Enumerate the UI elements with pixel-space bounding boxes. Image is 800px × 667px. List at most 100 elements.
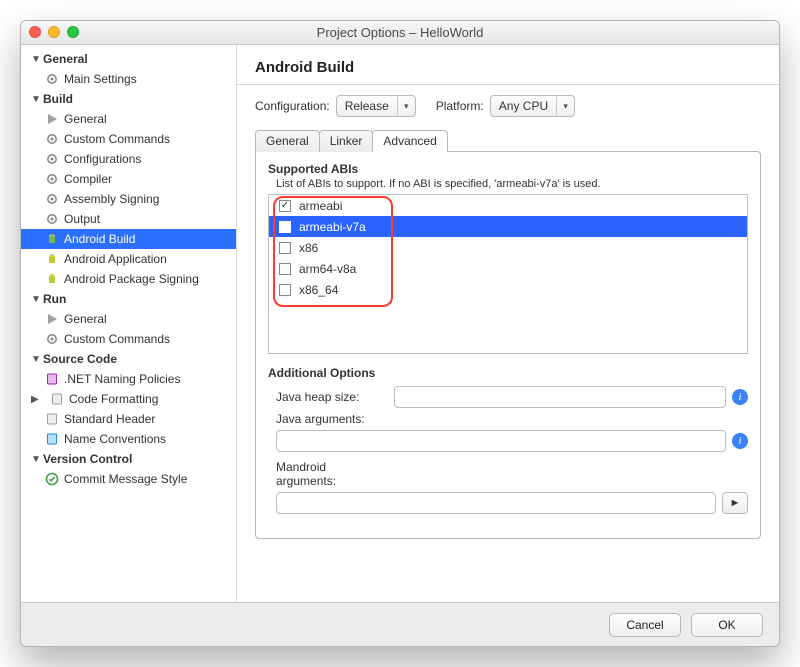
sidebar-item-label: Code Formatting — [69, 392, 158, 406]
mandroid-args-label: Mandroid arguments: — [268, 460, 388, 488]
gear-icon — [45, 212, 59, 226]
android-yellow-icon — [45, 252, 59, 266]
sidebar-item-label: Android Application — [64, 252, 167, 266]
titlebar: Project Options – HelloWorld — [21, 21, 779, 45]
additional-options-title: Additional Options — [268, 366, 748, 380]
sidebar-item-custom-commands[interactable]: Custom Commands — [21, 329, 236, 349]
sidebar-item-general[interactable]: General — [21, 109, 236, 129]
abi-row-x86[interactable]: x86 — [269, 237, 747, 258]
sidebar-item-label: Name Conventions — [64, 432, 166, 446]
checkbox[interactable]: ✓ — [279, 200, 291, 212]
info-icon[interactable]: i — [732, 389, 748, 405]
sidebar-category-label: Version Control — [43, 452, 132, 466]
doc-gray-icon — [45, 412, 59, 426]
java-heap-row: Java heap size: i — [268, 386, 748, 408]
sidebar-item-assembly-signing[interactable]: Assembly Signing — [21, 189, 236, 209]
minimize-window-button[interactable] — [48, 26, 60, 38]
disclosure-triangle-icon: ▼ — [31, 94, 41, 105]
tab-general[interactable]: General — [255, 130, 320, 152]
project-options-window: Project Options – HelloWorld ▼GeneralMai… — [20, 20, 780, 647]
info-icon[interactable]: i — [732, 433, 748, 449]
abi-label: arm64-v8a — [299, 262, 356, 276]
sidebar-item-label: Android Build — [64, 232, 135, 246]
doc-gray-icon — [50, 392, 64, 406]
gear-icon — [45, 332, 59, 346]
close-window-button[interactable] — [29, 26, 41, 38]
disclosure-triangle-icon: ▼ — [31, 454, 41, 465]
platform-value: Any CPU — [491, 99, 556, 113]
sidebar-item-compiler[interactable]: Compiler — [21, 169, 236, 189]
sidebar-item-label: Main Settings — [64, 72, 137, 86]
gear-icon — [45, 132, 59, 146]
window-title: Project Options – HelloWorld — [317, 25, 484, 40]
configuration-select[interactable]: Release ▾ — [336, 95, 416, 117]
sidebar-item-label: Custom Commands — [64, 132, 170, 146]
sidebar-category[interactable]: ▼General — [21, 49, 236, 69]
java-args-input-row: i — [268, 430, 748, 452]
cancel-button[interactable]: Cancel — [609, 613, 681, 637]
sidebar-item-label: Compiler — [64, 172, 112, 186]
sidebar-item-android-package-signing[interactable]: Android Package Signing — [21, 269, 236, 289]
mandroid-args-browse-button[interactable]: ► — [722, 492, 748, 514]
sidebar-category-label: Build — [43, 92, 73, 106]
sidebar-item-main-settings[interactable]: Main Settings — [21, 69, 236, 89]
sidebar-item-label: Commit Message Style — [64, 472, 187, 486]
supported-abis-list[interactable]: ✓ armeabi ✓ armeabi-v7a x86 arm64-v8a x86_64 — [268, 194, 748, 354]
check-green-icon — [45, 472, 59, 486]
play-gray-icon — [45, 312, 59, 326]
sidebar-item-label: Configurations — [64, 152, 141, 166]
doc-purple-icon — [45, 372, 59, 386]
abi-row-arm64-v8a[interactable]: arm64-v8a — [269, 258, 747, 279]
platform-select[interactable]: Any CPU ▾ — [490, 95, 575, 117]
ok-button[interactable]: OK — [691, 613, 763, 637]
main-panel: Android Build Configuration: Release ▾ P… — [237, 45, 779, 602]
sidebar-item-name-conventions[interactable]: Name Conventions — [21, 429, 236, 449]
mandroid-args-row: Mandroid arguments: — [268, 460, 748, 488]
abi-label: armeabi-v7a — [299, 220, 366, 234]
sidebar-item--net-naming-policies[interactable]: .NET Naming Policies — [21, 369, 236, 389]
sidebar-category[interactable]: ▼Run — [21, 289, 236, 309]
abi-label: x86 — [299, 241, 318, 255]
zoom-window-button[interactable] — [67, 26, 79, 38]
sidebar: ▼GeneralMain Settings▼BuildGeneralCustom… — [21, 45, 237, 602]
sidebar-item-code-formatting[interactable]: ▶ Code Formatting — [21, 389, 236, 409]
tab-strip: GeneralLinkerAdvanced — [237, 129, 779, 151]
sidebar-item-android-build[interactable]: Android Build — [21, 229, 236, 249]
tab-advanced[interactable]: Advanced — [372, 130, 447, 152]
checkbox[interactable] — [279, 284, 291, 296]
checkbox[interactable]: ✓ — [279, 221, 291, 233]
chevron-right-icon: ▶ — [31, 394, 41, 405]
sidebar-item-standard-header[interactable]: Standard Header — [21, 409, 236, 429]
sidebar-category[interactable]: ▼Source Code — [21, 349, 236, 369]
divider — [237, 84, 779, 85]
doc-blue-icon — [45, 432, 59, 446]
sidebar-item-label: General — [64, 312, 107, 326]
tab-linker[interactable]: Linker — [319, 130, 374, 152]
abi-row-armeabi-v7a[interactable]: ✓ armeabi-v7a — [269, 216, 747, 237]
mandroid-args-input[interactable] — [276, 492, 716, 514]
sidebar-category-label: Source Code — [43, 352, 117, 366]
gear-icon — [45, 152, 59, 166]
abi-row-x86-64[interactable]: x86_64 — [269, 279, 747, 300]
java-args-label: Java arguments: — [268, 412, 388, 426]
abi-row-armeabi[interactable]: ✓ armeabi — [269, 195, 747, 216]
page-title: Android Build — [237, 45, 779, 84]
java-args-input[interactable] — [276, 430, 726, 452]
gear-icon — [45, 172, 59, 186]
supported-abis-hint: List of ABIs to support. If no ABI is sp… — [268, 178, 748, 190]
checkbox[interactable] — [279, 242, 291, 254]
sidebar-item-android-application[interactable]: Android Application — [21, 249, 236, 269]
sidebar-item-label: Output — [64, 212, 100, 226]
sidebar-item-output[interactable]: Output — [21, 209, 236, 229]
checkbox[interactable] — [279, 263, 291, 275]
sidebar-item-commit-message-style[interactable]: Commit Message Style — [21, 469, 236, 489]
java-heap-input[interactable] — [394, 386, 726, 408]
sidebar-category[interactable]: ▼Version Control — [21, 449, 236, 469]
gear-icon — [45, 72, 59, 86]
abi-label: armeabi — [299, 199, 342, 213]
sidebar-item-custom-commands[interactable]: Custom Commands — [21, 129, 236, 149]
sidebar-item-general[interactable]: General — [21, 309, 236, 329]
android-green-icon — [45, 232, 59, 246]
sidebar-item-configurations[interactable]: Configurations — [21, 149, 236, 169]
sidebar-category[interactable]: ▼Build — [21, 89, 236, 109]
